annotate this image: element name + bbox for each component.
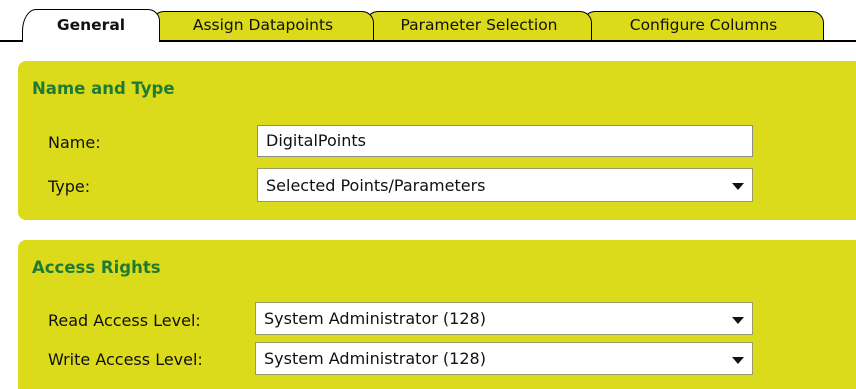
type-value: Selected Points/Parameters — [266, 176, 486, 195]
name-label: Name: — [48, 133, 101, 152]
read-access-select[interactable]: System Administrator (128) — [255, 302, 753, 335]
tab-configure-columns[interactable]: Configure Columns — [583, 11, 824, 42]
write-access-label: Write Access Level: — [48, 350, 203, 369]
name-value: DigitalPoints — [266, 131, 366, 150]
section-title: Name and Type — [32, 79, 175, 98]
tab-strip: Configure Columns Parameter Selection As… — [0, 0, 856, 42]
tab-assign-datapoints[interactable]: Assign Datapoints — [152, 11, 374, 42]
write-access-value: System Administrator (128) — [264, 349, 486, 368]
tab-general[interactable]: General — [22, 9, 160, 42]
name-and-type-panel: Name and Type Name: DigitalPoints Type: … — [18, 61, 856, 220]
name-field[interactable]: DigitalPoints — [257, 125, 753, 157]
chevron-down-icon — [732, 316, 744, 324]
type-label: Type: — [48, 177, 91, 196]
tab-label: Parameter Selection — [400, 16, 558, 34]
tab-parameter-selection[interactable]: Parameter Selection — [366, 11, 592, 42]
tab-label: General — [56, 16, 126, 34]
chevron-down-icon — [732, 183, 744, 190]
write-access-select[interactable]: System Administrator (128) — [255, 342, 753, 375]
section-title: Access Rights — [32, 258, 161, 277]
tab-label: Configure Columns — [629, 16, 778, 34]
tab-baseline — [824, 40, 856, 42]
tab-label: Assign Datapoints — [192, 16, 334, 34]
read-access-label: Read Access Level: — [48, 311, 201, 330]
tab-baseline — [0, 40, 22, 42]
chevron-down-icon — [732, 356, 744, 364]
type-select[interactable]: Selected Points/Parameters — [257, 168, 753, 202]
access-rights-panel: Access Rights Read Access Level: System … — [18, 240, 856, 389]
read-access-value: System Administrator (128) — [264, 309, 486, 328]
